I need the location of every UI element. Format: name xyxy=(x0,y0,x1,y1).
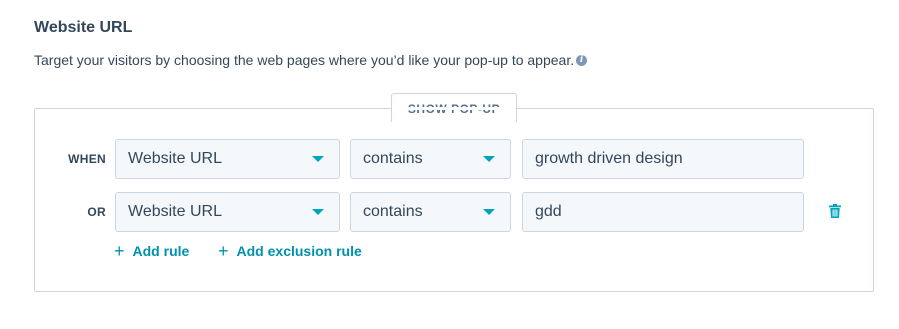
plus-icon: + xyxy=(218,241,229,261)
rule-1-value-input[interactable]: growth driven design xyxy=(522,139,804,179)
tab-border-cover xyxy=(392,107,516,110)
add-exclusion-rule-button[interactable]: + Add exclusion rule xyxy=(218,241,362,261)
rule-1-value-text: growth driven design xyxy=(535,150,683,167)
rule-2-field-value: Website URL xyxy=(128,203,222,220)
rule-1-field-select[interactable]: Website URL xyxy=(115,139,340,179)
rule-1-operator-select[interactable]: contains xyxy=(350,139,511,179)
rule-1-field-value: Website URL xyxy=(128,150,222,167)
section-title: Website URL xyxy=(34,19,133,36)
section-description: Target your visitors by choosing the web… xyxy=(34,52,588,68)
chevron-down-icon xyxy=(483,209,495,215)
plus-icon: + xyxy=(114,241,125,261)
add-exclusion-rule-label: Add exclusion rule xyxy=(236,243,362,259)
description-text: Target your visitors by choosing the web… xyxy=(34,52,575,68)
rule-2-operator-value: contains xyxy=(363,203,423,220)
add-rule-button[interactable]: + Add rule xyxy=(114,241,190,261)
add-rule-label: Add rule xyxy=(132,243,190,259)
chevron-down-icon xyxy=(312,156,324,162)
rule-2-value-text: gdd xyxy=(535,203,562,220)
rule-2-operator-select[interactable]: contains xyxy=(350,192,511,232)
trash-icon[interactable] xyxy=(829,204,841,218)
rule-1-operator-value: contains xyxy=(363,150,423,167)
rule-connector-or: OR xyxy=(87,205,106,219)
rule-2-field-select[interactable]: Website URL xyxy=(115,192,340,232)
rule-2-value-input[interactable]: gdd xyxy=(522,192,804,232)
info-icon[interactable]: i xyxy=(576,54,588,66)
rule-connector-when: WHEN xyxy=(68,152,106,166)
chevron-down-icon xyxy=(483,156,495,162)
chevron-down-icon xyxy=(312,209,324,215)
